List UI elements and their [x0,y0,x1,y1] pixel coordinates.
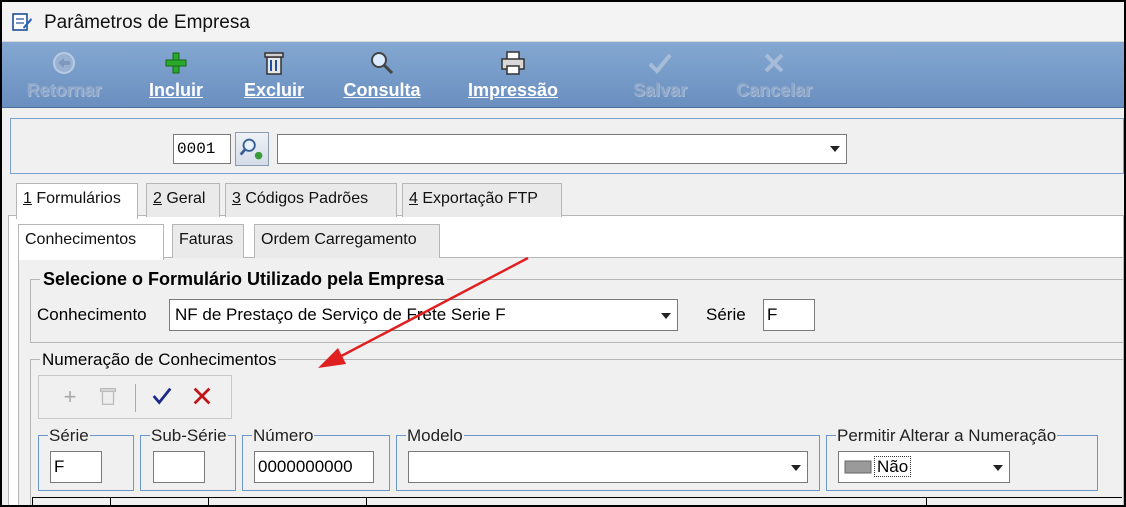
window-title: Parâmetros de Empresa [44,12,250,33]
trash-icon [99,387,117,405]
form-selection-title: Selecione o Formulário Utilizado pela Em… [40,269,448,290]
retornar-button[interactable]: Retornar [16,42,112,108]
salvar-label: Salvar [632,80,688,100]
conhecimento-label: Conhecimento [37,305,147,324]
search-lookup-icon [239,138,263,160]
company-combobox[interactable] [277,134,847,164]
tab-formularios-key: 1 [23,190,32,207]
grid-column-divider [110,497,111,505]
checkmark-icon [152,387,172,405]
salvar-button[interactable]: Salvar [622,42,698,108]
cancelar-button[interactable]: Cancelar [726,42,822,108]
grid-column-divider [926,497,927,505]
tab-exportacao-ftp[interactable]: 4 Exportação FTP [402,183,562,217]
tab-conhecimentos[interactable]: Conhecimentos [18,224,164,260]
retornar-label: Retornar [26,80,102,100]
grid-column-divider [208,497,209,505]
conhecimento-combobox[interactable]: NF de Prestaço de Serviço de Frete Serie… [169,299,678,331]
serie-field-input[interactable]: F [50,451,102,483]
tab-faturas[interactable]: Faturas [172,224,244,258]
tab-codigos-key: 3 [232,190,241,207]
add-row-icon[interactable]: + [57,384,83,410]
delete-row-icon[interactable] [95,384,121,410]
company-lookup-button[interactable] [235,132,269,166]
toggle-off-icon [844,460,872,474]
tab-exportacao-label: Exportação FTP [417,190,538,207]
plus-icon [165,52,187,74]
grid-column-divider [32,497,33,505]
numbering-title: Numeração de Conhecimentos [40,350,279,370]
tab-geral-key: 2 [153,190,162,207]
app-form-icon [12,13,32,31]
grid-column-divider [366,497,367,505]
main-toolbar: Retornar Incluir Excluir Consulta Impres… [2,42,1124,108]
tab-exportacao-key: 4 [409,190,418,207]
trash-icon [264,52,284,75]
chevron-down-icon[interactable] [661,313,671,319]
tab-geral-label: Geral [161,190,206,207]
incluir-label: Incluir [148,80,203,100]
conhecimento-value: NF de Prestaço de Serviço de Frete Serie… [175,305,506,324]
numbering-toolbar: + [38,375,232,419]
impressao-label: Impressão [467,80,559,100]
permitir-combobox[interactable]: Não [838,451,1010,483]
cancel-x-icon [764,53,784,73]
modelo-combobox[interactable] [408,451,808,483]
tab-formularios[interactable]: 1 Formulários [16,183,138,219]
cancel-icon[interactable] [189,384,215,410]
toolbar-separator [135,384,136,412]
printer-icon [501,51,525,75]
tab-formularios-label: Formulários [31,190,121,207]
excluir-button[interactable]: Excluir [236,42,312,108]
numero-field-label: Número [252,426,315,446]
chevron-down-icon[interactable] [830,146,840,152]
company-code-input[interactable]: 0001 [173,134,231,164]
tab-geral[interactable]: 2 Geral [146,183,220,217]
tab-codigos-label: Códigos Padrões [240,190,369,207]
numero-field-input[interactable]: 0000000000 [254,451,374,483]
consulta-button[interactable]: Consulta [336,42,428,108]
serie-input[interactable]: F [763,299,815,331]
title-bar: Parâmetros de Empresa [2,2,1124,42]
chevron-down-icon[interactable] [993,465,1003,471]
permitir-field-label: Permitir Alterar a Numeração [836,426,1058,446]
modelo-field-label: Modelo [406,426,464,446]
application-window: Parâmetros de Empresa Retornar Incluir E… [0,0,1126,507]
subserie-field-label: Sub-Série [150,426,228,446]
serie-label: Série [706,305,746,324]
chevron-down-icon[interactable] [791,465,801,471]
grid-header-top [32,497,1122,505]
serie-field-label: Série [48,426,90,446]
checkmark-icon [648,53,672,74]
consulta-label: Consulta [343,80,421,100]
impressao-button[interactable]: Impressão [456,42,570,108]
tab-ordem-carregamento[interactable]: Ordem Carregamento [254,224,440,258]
subserie-field-input[interactable] [153,451,205,483]
cancelar-label: Cancelar [735,80,813,100]
back-icon [53,52,75,74]
incluir-button[interactable]: Incluir [139,42,213,108]
tab-codigos-padroes[interactable]: 3 Códigos Padrões [225,183,397,217]
excluir-label: Excluir [243,80,305,100]
permitir-value: Não [873,456,912,477]
confirm-icon[interactable] [149,384,175,410]
magnifier-icon [371,52,394,75]
company-search-panel: 0001 [10,118,1124,174]
close-icon [193,387,211,405]
